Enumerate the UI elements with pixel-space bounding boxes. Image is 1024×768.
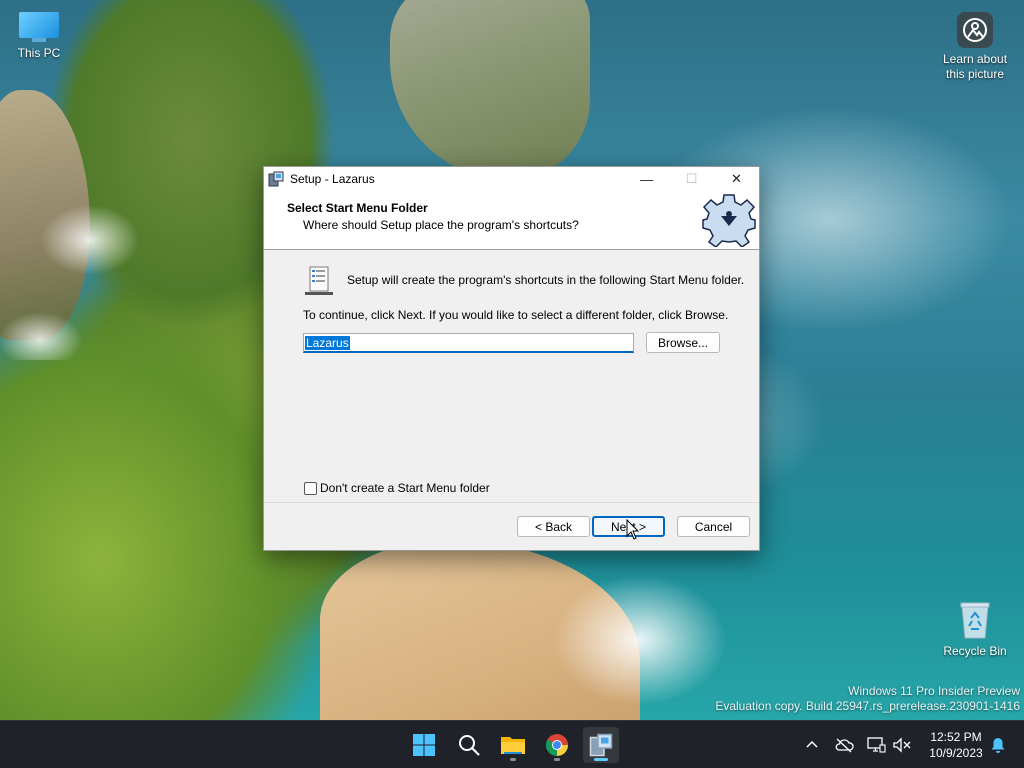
close-icon: ✕ xyxy=(731,171,742,186)
setup-dialog: Setup - Lazarus — ☐ ✕ Select Start Menu … xyxy=(263,166,760,551)
bell-icon xyxy=(991,738,1005,753)
monitor-icon xyxy=(19,12,59,42)
watermark-line: Windows 11 Pro Insider Preview xyxy=(848,684,1020,698)
wizard-page-title: Select Start Menu Folder xyxy=(287,201,428,215)
os-build-watermark: Windows 11 Pro Insider Preview Evaluatio… xyxy=(715,684,1020,714)
minimize-button[interactable]: — xyxy=(624,167,669,191)
desktop-icon-recycle-bin[interactable]: Recycle Bin xyxy=(940,598,1010,659)
mouse-pointer-icon xyxy=(626,519,640,540)
no-start-menu-folder-checkbox[interactable] xyxy=(304,481,317,495)
clock-time: 12:52 PM xyxy=(930,730,982,744)
start-menu-folder-icon xyxy=(305,266,333,295)
network-icon xyxy=(867,737,886,753)
close-button[interactable]: ✕ xyxy=(714,167,759,191)
chevron-up-icon xyxy=(806,740,818,748)
maximize-button: ☐ xyxy=(669,167,714,191)
running-indicator xyxy=(554,758,560,761)
recycle-bin-icon xyxy=(959,600,991,640)
lazarus-gear-icon xyxy=(702,194,756,247)
no-start-menu-folder-option[interactable]: Don't create a Start Menu folder xyxy=(304,481,490,495)
camera-info-icon xyxy=(957,12,993,48)
wallpaper-surf xyxy=(0,200,160,360)
search-icon xyxy=(459,735,480,756)
search-button[interactable] xyxy=(451,727,487,763)
minimize-icon: — xyxy=(640,171,653,187)
desktop-icon-label: Recycle Bin xyxy=(943,644,1007,658)
maximize-icon: ☐ xyxy=(685,171,698,186)
volume-button[interactable] xyxy=(890,733,914,757)
dialog-title: Setup - Lazarus xyxy=(290,172,375,186)
taskbar-clock[interactable]: 12:52 PM 10/9/2023 xyxy=(922,729,990,761)
intro-text: Setup will create the program's shortcut… xyxy=(347,273,745,287)
desktop-icon-label: Learn about this picture xyxy=(942,52,1008,81)
onedrive-button[interactable] xyxy=(832,733,856,757)
checkbox-label[interactable]: Don't create a Start Menu folder xyxy=(320,481,490,495)
clock-date: 10/9/2023 xyxy=(929,746,983,760)
notifications-button[interactable] xyxy=(986,733,1010,757)
chrome-button[interactable] xyxy=(539,727,575,763)
start-icon xyxy=(413,734,435,756)
network-button[interactable] xyxy=(864,733,888,757)
start-button[interactable] xyxy=(406,727,442,763)
instruction-text: To continue, click Next. If you would li… xyxy=(303,308,729,322)
browse-button[interactable]: Browse... xyxy=(646,332,720,353)
file-explorer-icon xyxy=(501,737,525,754)
file-explorer-button[interactable] xyxy=(495,727,531,763)
cloud-offline-icon xyxy=(835,738,854,753)
wizard-page-subtitle: Where should Setup place the program's s… xyxy=(303,218,579,232)
volume-muted-icon xyxy=(893,737,911,753)
wizard-footer: < Back Next > Cancel xyxy=(264,502,759,550)
running-indicator xyxy=(510,758,516,761)
desktop-icon-this-pc[interactable]: This PC xyxy=(10,10,68,61)
wizard-body: Setup will create the program's shortcut… xyxy=(264,250,759,504)
show-hidden-icons-button[interactable] xyxy=(800,733,824,757)
chrome-icon xyxy=(546,734,568,756)
wizard-header: Select Start Menu Folder Where should Se… xyxy=(264,191,759,250)
start-menu-folder-value[interactable]: Lazarus xyxy=(305,336,350,350)
dialog-title-bar[interactable]: Setup - Lazarus — ☐ ✕ xyxy=(264,167,759,191)
active-indicator xyxy=(594,758,608,761)
setup-app-icon xyxy=(268,171,284,187)
taskbar: 12:52 PM 10/9/2023 xyxy=(0,720,1024,768)
window-controls: — ☐ ✕ xyxy=(624,167,759,191)
back-button[interactable]: < Back xyxy=(517,516,590,537)
watermark-line: Evaluation copy. Build 25947.rs_prerelea… xyxy=(715,699,1020,713)
setup-icon xyxy=(589,733,613,757)
start-menu-folder-field[interactable]: Lazarus xyxy=(303,333,634,353)
desktop-icon-learn-about-picture[interactable]: Learn about this picture xyxy=(938,10,1012,82)
setup-taskbar-button[interactable] xyxy=(583,727,619,763)
desktop-icon-label: This PC xyxy=(17,46,61,60)
cancel-button[interactable]: Cancel xyxy=(677,516,750,537)
